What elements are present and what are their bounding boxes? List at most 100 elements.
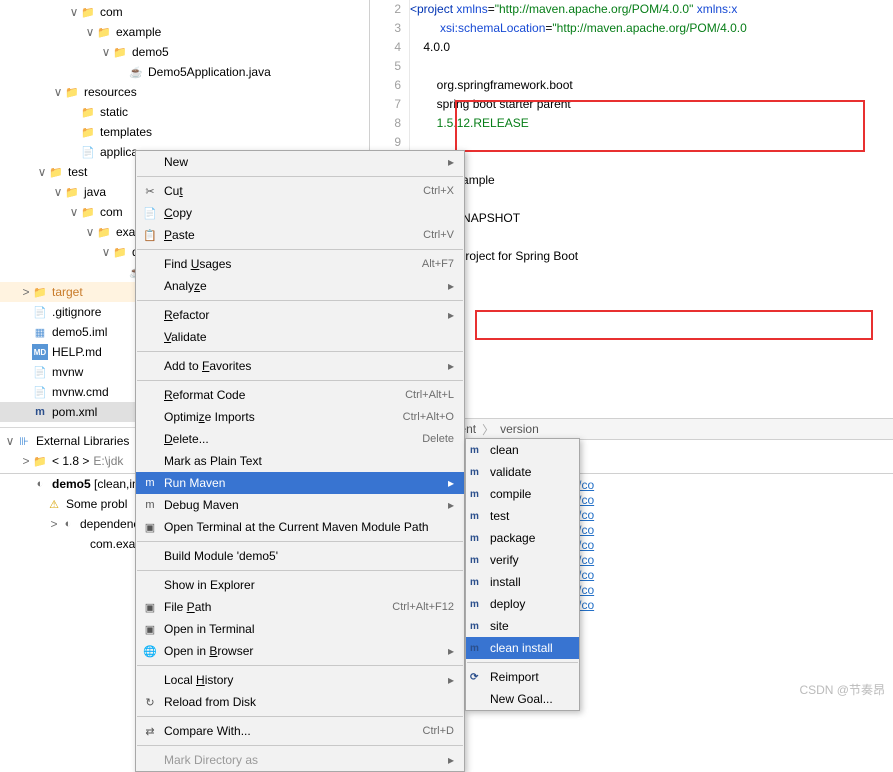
submenu-item[interactable]: mverify — [466, 549, 579, 571]
submenu-label: verify — [490, 553, 519, 567]
maven-submenu[interactable]: mcleanmvalidatemcompilemtestmpackagemver… — [465, 438, 580, 711]
tree-item-label: templates — [100, 125, 152, 139]
menu-label: Debug Maven — [164, 498, 448, 512]
jdk-path: E:\jdk — [93, 454, 123, 468]
submenu-item[interactable]: ⟳Reimport — [466, 666, 579, 688]
build-tree-label: Some probl — [66, 497, 127, 511]
menu-item[interactable]: ▣Open Terminal at the Current Maven Modu… — [136, 516, 464, 538]
menu-item[interactable]: ✂CutCtrl+X — [136, 180, 464, 202]
submenu-label: Reimport — [490, 670, 539, 684]
menu-item[interactable]: ▣ File PathCtrl+Alt+F12 — [136, 596, 464, 618]
maven-icon: m — [470, 577, 486, 588]
tree-item-label: demo5.iml — [52, 325, 107, 339]
submenu-item[interactable]: minstall — [466, 571, 579, 593]
tree-item-label: demo5 — [132, 45, 169, 59]
folder-icon: 📁 — [112, 244, 128, 260]
submenu-label: validate — [490, 465, 531, 479]
menu-item[interactable]: mRun Maven▸ — [136, 472, 464, 494]
menu-label: Mark as Plain Text — [164, 454, 454, 468]
submenu-arrow: ▸ — [448, 753, 454, 767]
tree-item[interactable]: ∨📁resources — [0, 82, 369, 102]
folder-icon: 📁 — [48, 164, 64, 180]
tree-item[interactable]: ∨📁demo5 — [0, 42, 369, 62]
maven-icon: m — [470, 467, 486, 478]
breadcrumb-item[interactable]: version — [500, 422, 539, 436]
submenu-item[interactable]: mdeploy — [466, 593, 579, 615]
submenu-item[interactable]: New Goal... — [466, 688, 579, 710]
menu-item[interactable]: Validate — [136, 326, 464, 348]
shortcut: Ctrl+X — [423, 185, 454, 197]
folder-icon: 📁 — [80, 104, 96, 120]
submenu-item[interactable]: msite — [466, 615, 579, 637]
tree-item[interactable]: 📁templates — [0, 122, 369, 142]
menu-item[interactable]: New▸ — [136, 151, 464, 173]
menu-label: Open in Terminal — [164, 622, 454, 636]
tree-item-label: test — [68, 165, 87, 179]
menu-label: Mark Directory as — [164, 753, 448, 767]
menu-item[interactable]: ▣Open in Terminal — [136, 618, 464, 640]
submenu-label: package — [490, 531, 535, 545]
menu-item[interactable]: Show in Explorer — [136, 574, 464, 596]
tree-item[interactable]: 📁static — [0, 102, 369, 122]
submenu-arrow: ▸ — [448, 476, 454, 490]
menu-item[interactable]: Delete...Delete — [136, 428, 464, 450]
menu-label: Run Maven — [164, 476, 448, 490]
shortcut: Delete — [422, 433, 454, 445]
menu-item[interactable]: Mark Directory as▸ — [136, 749, 464, 771]
menu-label: Local History — [164, 673, 448, 687]
menu-label: Paste — [164, 228, 423, 242]
menu-label: Reformat Code — [164, 388, 405, 402]
tree-item-label: HELP.md — [52, 345, 102, 359]
submenu-item[interactable]: m package — [466, 527, 579, 549]
menu-icon: m — [142, 499, 158, 511]
menu-item[interactable]: ↻Reload from Disk — [136, 691, 464, 713]
submenu-arrow: ▸ — [448, 155, 454, 169]
maven-icon: m — [470, 445, 486, 456]
menu-label: Find Usages — [164, 257, 422, 271]
menu-icon: ⇄ — [142, 725, 158, 738]
folder-icon: 📁 — [32, 284, 48, 300]
submenu-label: compile — [490, 487, 531, 501]
menu-item[interactable]: 🌐Open in Browser▸ — [136, 640, 464, 662]
context-menu[interactable]: New▸ ✂CutCtrl+X📄Copy📋PasteCtrl+V Find Usag… — [135, 150, 465, 772]
tree-item[interactable]: ∨📁example — [0, 22, 369, 42]
markdown-icon: MD — [32, 344, 48, 360]
tree-item[interactable]: ☕Demo5Application.java — [0, 62, 369, 82]
folder-icon: 📁 — [64, 184, 80, 200]
menu-icon: ▣ — [142, 521, 158, 534]
menu-item[interactable]: 📄Copy — [136, 202, 464, 224]
maven-icon: m — [470, 533, 486, 544]
watermark: CSDN @节奏昂 — [799, 681, 885, 698]
submenu-label: test — [490, 509, 509, 523]
menu-item[interactable]: Mark as Plain Text — [136, 450, 464, 472]
folder-icon: 📁 — [80, 204, 96, 220]
menu-item[interactable]: Analyze▸ — [136, 275, 464, 297]
menu-item[interactable]: Reformat CodeCtrl+Alt+L — [136, 384, 464, 406]
submenu-item[interactable]: mcompile — [466, 483, 579, 505]
menu-item[interactable]: Find UsagesAlt+F7 — [136, 253, 464, 275]
menu-icon: ▣ — [142, 601, 158, 614]
menu-item[interactable]: ⇄Compare With...Ctrl+D — [136, 720, 464, 742]
menu-item[interactable]: mDebug Maven▸ — [136, 494, 464, 516]
java-icon: ☕ — [128, 64, 144, 80]
jdk-label: < 1.8 > — [52, 454, 89, 468]
tree-item-label: example — [116, 25, 161, 39]
submenu-item[interactable]: mclean install — [466, 637, 579, 659]
tree-item-label: mvnw — [52, 365, 83, 379]
menu-item[interactable]: Build Module 'demo5' — [136, 545, 464, 567]
shortcut: Ctrl+Alt+F12 — [392, 601, 454, 613]
menu-item[interactable]: Optimize ImportsCtrl+Alt+O — [136, 406, 464, 428]
tree-item[interactable]: ∨📁com — [0, 2, 369, 22]
submenu-arrow: ▸ — [448, 673, 454, 687]
menu-item[interactable]: Refactor▸ — [136, 304, 464, 326]
file-icon: 📄 — [32, 364, 48, 380]
external-libraries-label: External Libraries — [36, 434, 129, 448]
menu-item[interactable]: Add to Favorites▸ — [136, 355, 464, 377]
submenu-item[interactable]: mclean — [466, 439, 579, 461]
submenu-item[interactable]: m validate — [466, 461, 579, 483]
submenu-item[interactable]: mtest — [466, 505, 579, 527]
menu-label: File Path — [164, 600, 392, 614]
maven-icon: m — [470, 555, 486, 566]
menu-item[interactable]: 📋PasteCtrl+V — [136, 224, 464, 246]
menu-item[interactable]: Local History▸ — [136, 669, 464, 691]
